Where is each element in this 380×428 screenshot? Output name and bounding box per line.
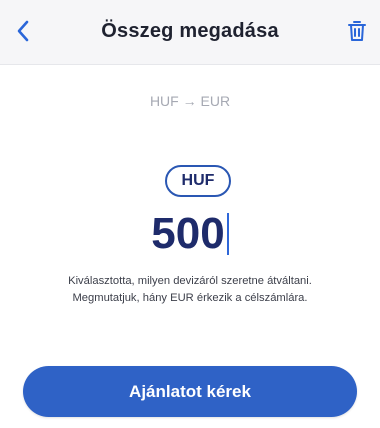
- amount-value: 500: [151, 209, 225, 258]
- currency-pair-label: HUF → EUR: [149, 93, 231, 109]
- helper-line-1: Kiválasztotta, milyen devizáról szeretne…: [68, 275, 312, 287]
- amount-input[interactable]: 500: [0, 206, 380, 262]
- delete-button[interactable]: [342, 14, 372, 48]
- request-quote-button[interactable]: Ajánlatot kérek: [23, 366, 357, 417]
- source-currency-selector[interactable]: HUF: [165, 165, 231, 197]
- request-quote-label: Ajánlatot kérek: [129, 381, 251, 401]
- chevron-left-icon: [17, 20, 29, 42]
- amount-entry-screen: Összeg megadása HUF → EUR HUF 500 Kivála…: [0, 0, 380, 428]
- page-title: Összeg megadása: [101, 20, 279, 42]
- text-cursor: [226, 213, 229, 255]
- top-bar: Összeg megadása: [0, 0, 380, 65]
- helper-text: Kiválasztotta, milyen devizáról szeretne…: [20, 273, 360, 307]
- helper-line-2: Megmutatjuk, hány EUR érkezik a célszáml…: [72, 292, 308, 304]
- back-button[interactable]: [8, 14, 38, 48]
- source-currency-code: HUF: [181, 172, 215, 189]
- trash-icon: [348, 21, 366, 41]
